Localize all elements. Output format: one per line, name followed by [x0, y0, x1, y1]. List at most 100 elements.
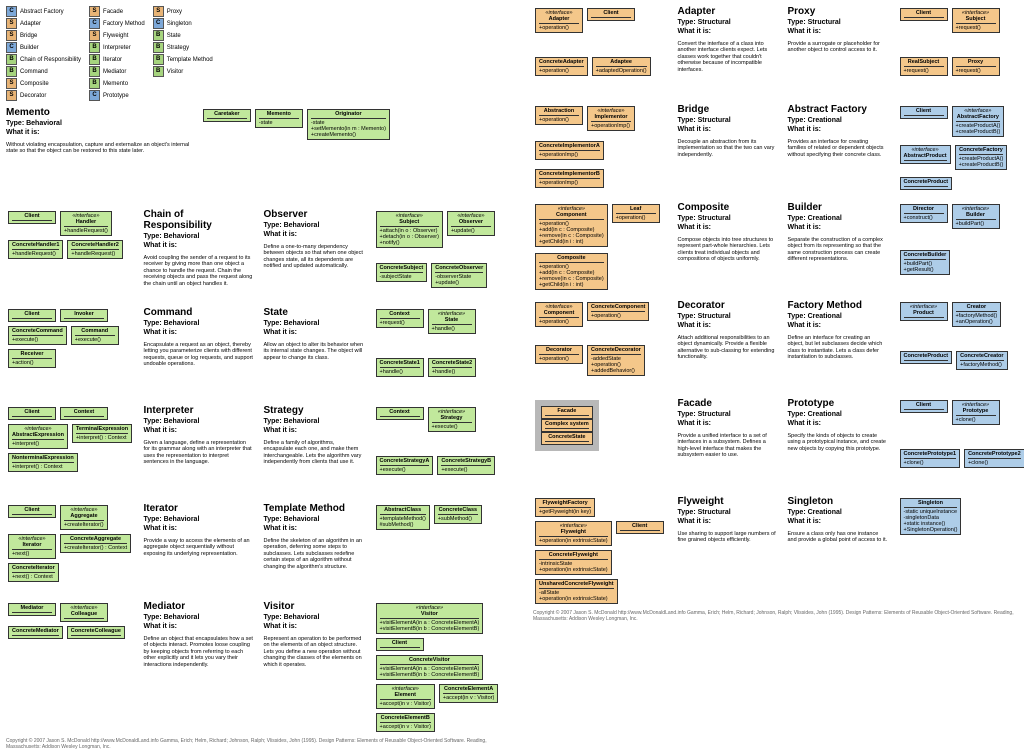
- legend-item: SComposite: [6, 78, 81, 89]
- uml-class: ConcreteVisitor+visitElementA(in a : Con…: [376, 655, 484, 680]
- legend-item: CPrototype: [89, 90, 145, 101]
- uml-class: Client: [8, 407, 56, 420]
- uml-class: «interface»AbstractExpression+interpret(…: [8, 424, 68, 449]
- uml-class: Context+request(): [376, 309, 424, 328]
- legend-item: SAdapter: [6, 18, 81, 29]
- uml-class: «interface»Colleague: [60, 603, 108, 622]
- uml-class: «interface»Component+operation(): [535, 302, 583, 327]
- legend-item: CFactory Method: [89, 18, 145, 29]
- uml-class: ConcretePrototype2+clone(): [964, 449, 1024, 468]
- uml-class: ConcreteImplementorA+operationImp(): [535, 141, 604, 160]
- uml-class: ConcreteSubject-subjectState: [376, 263, 428, 282]
- legend-item: CAbstract Factory: [6, 6, 81, 17]
- uml-class: ConcreteColleague: [67, 626, 125, 639]
- footer-right: Copyright © 2007 Jason S. McDonald http:…: [533, 610, 1024, 622]
- uml-class: Context: [376, 407, 424, 420]
- uml-class: Client: [587, 8, 635, 21]
- uml-class: «interface»Adapter+operation(): [535, 8, 583, 33]
- uml-class: ConcreteHandler2+handleRequest(): [67, 240, 122, 259]
- uml-class: Client: [376, 638, 424, 651]
- uml-class: ConcreteAdapter+operation(): [535, 57, 588, 76]
- uml-class: Command+execute(): [71, 326, 119, 345]
- uml-class: ConcreteElementB+accept(in v : Visitor): [376, 713, 435, 732]
- uml-class: Receiver+action(): [8, 349, 56, 368]
- uml-class: «interface»Subject+attach(in o : Observe…: [376, 211, 443, 248]
- uml-class: ConcreteClass+subMethod(): [434, 505, 482, 524]
- uml-class: Leaf+operation(): [612, 204, 660, 223]
- legend-item: BTemplate Method: [153, 54, 213, 65]
- uml-class: ConcreteStrategyA+execute(): [376, 456, 434, 475]
- uml-class: «interface»Subject+request(): [952, 8, 1000, 33]
- uml-class: Client: [616, 521, 664, 534]
- uml-class: ConcreteAggregate+createIterator() : Con…: [60, 534, 131, 553]
- uml-class: ConcreteCommand+execute(): [8, 326, 67, 345]
- uml-class: «interface»Product: [900, 302, 948, 321]
- legend-item: BChain of Responsibility: [6, 54, 81, 65]
- uml-class: «interface»Implementor+operationImp(): [587, 106, 635, 131]
- legend-item: BVisitor: [153, 66, 213, 77]
- uml-class: AbstractClass+templateMethod()#subMethod…: [376, 505, 430, 530]
- uml-class: «interface»Builder+buildPart(): [952, 204, 1000, 229]
- uml-class: Memento-state: [255, 109, 303, 128]
- legend-item: BIterator: [89, 54, 145, 65]
- uml-class: «interface»Visitor+visitElementA(in a : …: [376, 603, 484, 634]
- uml-class: Client: [8, 309, 56, 322]
- uml-class: «interface»AbstractFactory+createProduct…: [952, 106, 1005, 137]
- uml-class: Client: [900, 400, 948, 413]
- uml-class: Caretaker: [203, 109, 251, 122]
- uml-class: Client: [8, 505, 56, 518]
- uml-class: ConcreteState1+handle(): [376, 358, 424, 377]
- uml-class: «interface»Iterator+next(): [8, 534, 56, 559]
- uml-class: ConcreteImplementorB+operationImp(): [535, 169, 604, 188]
- uml-class: ConcretePrototype1+clone(): [900, 449, 961, 468]
- uml-class: Composite+operation()+add(in c : Composi…: [535, 253, 608, 290]
- uml-class: «interface»Observer+update(): [447, 211, 495, 236]
- uml-class: ConcreteCreator+factoryMethod(): [956, 351, 1007, 370]
- uml-class: ConcreteIterator+next() : Context: [8, 563, 59, 582]
- design-patterns-quick-ref: CAbstract FactorySAdapterSBridgeCBuilder…: [6, 6, 1024, 750]
- legend-item: BCommand: [6, 66, 81, 77]
- footer-left: Copyright © 2007 Jason S. McDonald http:…: [6, 738, 503, 750]
- uml-class: FlyweightFactory+getFlyweight(in key): [535, 498, 595, 517]
- uml-class: ConcreteState: [541, 432, 593, 445]
- uml-class: Invoker: [60, 309, 108, 322]
- uml-class: Mediator: [8, 603, 56, 616]
- uml-class: ConcreteState2+handle(): [428, 358, 476, 377]
- uml-class: Complex system: [541, 419, 593, 432]
- legend-item: CBuilder: [6, 42, 81, 53]
- uml-class: ConcreteMediator: [8, 626, 63, 639]
- uml-class: ConcreteProduct: [900, 177, 953, 190]
- uml-class: Singleton-static uniqueInstance-singleto…: [900, 498, 962, 535]
- uml-class: Client: [900, 106, 948, 119]
- uml-class: ConcreteProduct: [900, 351, 953, 364]
- uml-class: «interface»AbstractProduct: [900, 145, 951, 164]
- uml-class: ConcreteObserver-observerState+update(): [431, 263, 487, 288]
- legend: CAbstract FactorySAdapterSBridgeCBuilder…: [6, 6, 503, 101]
- legend-item: BMediator: [89, 66, 145, 77]
- uml-class: ConcreteDecorator-addedState+operation()…: [587, 345, 645, 376]
- uml-class: NonterminalExpression+interpret() : Cont…: [8, 453, 78, 472]
- pattern-memento: MementoType: Behavioral What it is:Witho…: [6, 107, 195, 203]
- uml-class: ConcreteStrategyB+execute(): [437, 456, 495, 475]
- uml-class: ConcreteComponent+operation(): [587, 302, 649, 321]
- legend-item: BMemento: [89, 78, 145, 89]
- uml-class: TerminalExpression+interpret() : Context: [72, 424, 132, 443]
- legend-item: CSingleton: [153, 18, 213, 29]
- uml-class: Client: [8, 211, 56, 224]
- uml-class: Director+construct(): [900, 204, 948, 223]
- legend-item: SFacade: [89, 6, 145, 17]
- legend-item: SFlyweight: [89, 30, 145, 41]
- uml-class: «interface»Flyweight+operation(in extrin…: [535, 521, 612, 546]
- uml-class: «interface»State+handle(): [428, 309, 476, 334]
- uml-class: Proxy+request(): [952, 57, 1000, 76]
- uml-class: «interface»Component+operation()+add(in …: [535, 204, 608, 247]
- uml-class: Context: [60, 407, 108, 420]
- uml-class: ConcreteFlyweight-intrinsicState+operati…: [535, 550, 612, 575]
- uml-class: «interface»Element+accept(in v : Visitor…: [376, 684, 435, 709]
- uml-class: Creator+factoryMethod()+anOperation(): [952, 302, 1002, 327]
- uml-class: Facade: [541, 406, 593, 419]
- legend-item: BState: [153, 30, 213, 41]
- legend-item: SDecorator: [6, 90, 81, 101]
- uml-class: Client: [900, 8, 948, 21]
- uml-class: «interface»Handler+handleRequest(): [60, 211, 112, 236]
